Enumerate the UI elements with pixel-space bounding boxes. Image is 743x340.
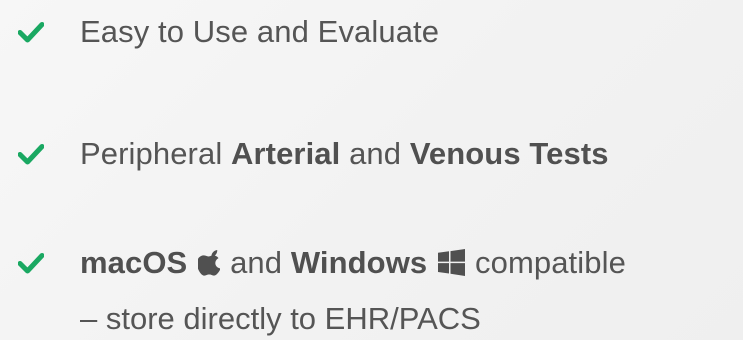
windows-icon (438, 246, 465, 286)
feature-text-arterial: Arterial (231, 136, 341, 171)
apple-icon (196, 246, 221, 286)
feature-text-compatible: compatible (475, 245, 626, 280)
feature-text-compat: macOS and Windows compatible (80, 243, 626, 286)
feature-text-windows: Windows (290, 245, 428, 280)
check-icon (18, 143, 44, 165)
feature-text-macos: macOS (80, 245, 188, 280)
check-icon (18, 21, 44, 43)
feature-text-peripheral: Peripheral (80, 136, 232, 171)
feature-text-and: and (340, 136, 410, 171)
feature-text-venous: Venous Tests (409, 136, 609, 171)
feature-text-and2: and (230, 245, 283, 280)
feature-text-ehr: – store directly to EHR/PACS (80, 301, 481, 336)
check-icon (18, 252, 44, 274)
feature-text-tests: Peripheral Arterial and Venous Tests (80, 134, 609, 174)
feature-text-ease: Easy to Use and Evaluate (80, 14, 440, 49)
